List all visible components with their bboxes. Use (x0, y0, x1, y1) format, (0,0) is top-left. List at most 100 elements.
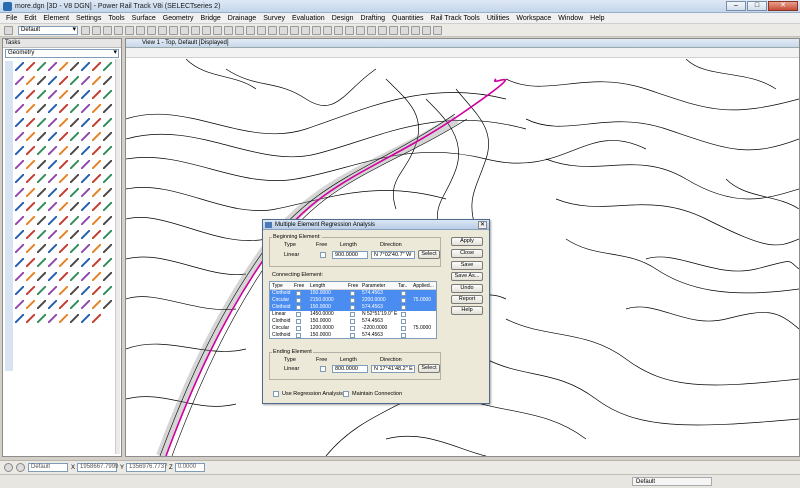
task-tool-icon[interactable] (59, 258, 68, 267)
task-tool-icon[interactable] (37, 104, 46, 113)
task-tool-icon[interactable] (48, 132, 57, 141)
task-tool-icon[interactable] (92, 216, 101, 225)
task-tool-icon[interactable] (48, 118, 57, 127)
open-file-icon[interactable] (136, 25, 145, 35)
task-tool-icon[interactable] (59, 160, 68, 169)
tool-icon[interactable] (246, 25, 255, 35)
menu-survey[interactable]: Survey (263, 15, 285, 22)
task-tool-icon[interactable] (59, 202, 68, 211)
task-tool-icon[interactable] (37, 286, 46, 295)
task-tool-icon[interactable] (26, 118, 35, 127)
task-tool-icon[interactable] (26, 146, 35, 155)
task-tool-icon[interactable] (26, 258, 35, 267)
task-tool-icon[interactable] (81, 202, 90, 211)
task-tool-icon[interactable] (81, 272, 90, 281)
task-tool-icon[interactable] (37, 272, 46, 281)
task-tool-icon[interactable] (59, 286, 68, 295)
task-tool-icon[interactable] (103, 174, 112, 183)
task-tool-icon[interactable] (37, 300, 46, 309)
row-target-checkbox[interactable] (401, 305, 406, 310)
task-tool-icon[interactable] (48, 286, 57, 295)
menu-design[interactable]: Design (332, 15, 354, 22)
help-button[interactable]: Help (451, 306, 483, 315)
task-tool-icon[interactable] (26, 76, 35, 85)
task-tool-icon[interactable] (81, 244, 90, 253)
menu-tools[interactable]: Tools (108, 15, 124, 22)
task-tool-icon[interactable] (70, 300, 79, 309)
task-tool-icon[interactable] (81, 118, 90, 127)
task-tool-icon[interactable] (37, 188, 46, 197)
task-tool-icon[interactable] (15, 314, 24, 323)
new-file-icon[interactable] (125, 25, 134, 35)
tool-icon[interactable] (433, 25, 442, 35)
task-tool-icon[interactable] (103, 76, 112, 85)
task-tool-icon[interactable] (59, 216, 68, 225)
task-tool-icon[interactable] (15, 160, 24, 169)
line-style-icon[interactable] (92, 25, 101, 35)
tool-icon[interactable] (345, 25, 354, 35)
task-tool-icon[interactable] (92, 104, 101, 113)
task-tool-icon[interactable] (92, 146, 101, 155)
task-tool-icon[interactable] (26, 216, 35, 225)
task-tool-icon[interactable] (70, 272, 79, 281)
task-tool-icon[interactable] (15, 188, 24, 197)
snap-icon[interactable] (4, 463, 13, 472)
task-tool-icon[interactable] (15, 258, 24, 267)
save-icon[interactable] (147, 25, 156, 35)
task-tool-icon[interactable] (70, 118, 79, 127)
task-tool-icon[interactable] (48, 230, 57, 239)
task-tool-icon[interactable] (48, 258, 57, 267)
tool-icon[interactable] (422, 25, 431, 35)
task-tool-icon[interactable] (59, 188, 68, 197)
ending-select-button[interactable]: Select (418, 364, 440, 373)
tool-icon[interactable] (224, 25, 233, 35)
task-tool-icon[interactable] (103, 160, 112, 169)
beginning-select-button[interactable]: Select (418, 250, 440, 259)
task-tool-icon[interactable] (70, 104, 79, 113)
row-target-checkbox[interactable] (401, 298, 406, 303)
task-tool-icon[interactable] (48, 174, 57, 183)
task-tool-icon[interactable] (70, 244, 79, 253)
task-tool-icon[interactable] (81, 300, 90, 309)
task-tool-icon[interactable] (70, 62, 79, 71)
task-tool-icon[interactable] (26, 286, 35, 295)
task-tool-icon[interactable] (103, 300, 112, 309)
task-tool-icon[interactable] (92, 90, 101, 99)
menu-settings[interactable]: Settings (76, 15, 101, 22)
tool-icon[interactable] (268, 25, 277, 35)
task-tool-icon[interactable] (92, 258, 101, 267)
copy-icon[interactable] (180, 25, 189, 35)
task-tool-icon[interactable] (103, 132, 112, 141)
task-tool-icon[interactable] (15, 216, 24, 225)
dialog-close-button[interactable]: ✕ (478, 221, 487, 229)
task-tool-icon[interactable] (103, 216, 112, 225)
tasks-scrollbar[interactable] (115, 59, 120, 454)
tool-icon[interactable] (411, 25, 420, 35)
menu-edit[interactable]: Edit (24, 15, 36, 22)
tool-icon[interactable] (334, 25, 343, 35)
task-tool-icon[interactable] (81, 104, 90, 113)
task-tool-icon[interactable] (15, 62, 24, 71)
task-tool-icon[interactable] (81, 314, 90, 323)
tool-icon[interactable] (323, 25, 332, 35)
task-tool-icon[interactable] (81, 132, 90, 141)
row-target-checkbox[interactable] (401, 333, 406, 338)
task-tool-icon[interactable] (48, 300, 57, 309)
report-button[interactable]: Report (451, 295, 483, 304)
task-tool-icon[interactable] (26, 90, 35, 99)
tool-icon[interactable] (367, 25, 376, 35)
task-tool-icon[interactable] (37, 132, 46, 141)
maximize-button[interactable]: □ (747, 1, 767, 11)
row-target-checkbox[interactable] (401, 319, 406, 324)
tool-icon[interactable] (378, 25, 387, 35)
task-tool-icon[interactable] (26, 244, 35, 253)
task-tool-icon[interactable] (70, 174, 79, 183)
task-tool-icon[interactable] (15, 272, 24, 281)
level-manager-icon[interactable] (4, 25, 13, 35)
close-button[interactable]: ✕ (768, 1, 798, 11)
task-tool-icon[interactable] (70, 230, 79, 239)
task-tool-icon[interactable] (59, 118, 68, 127)
task-tool-icon[interactable] (15, 244, 24, 253)
task-tool-icon[interactable] (26, 314, 35, 323)
task-tool-icon[interactable] (92, 62, 101, 71)
